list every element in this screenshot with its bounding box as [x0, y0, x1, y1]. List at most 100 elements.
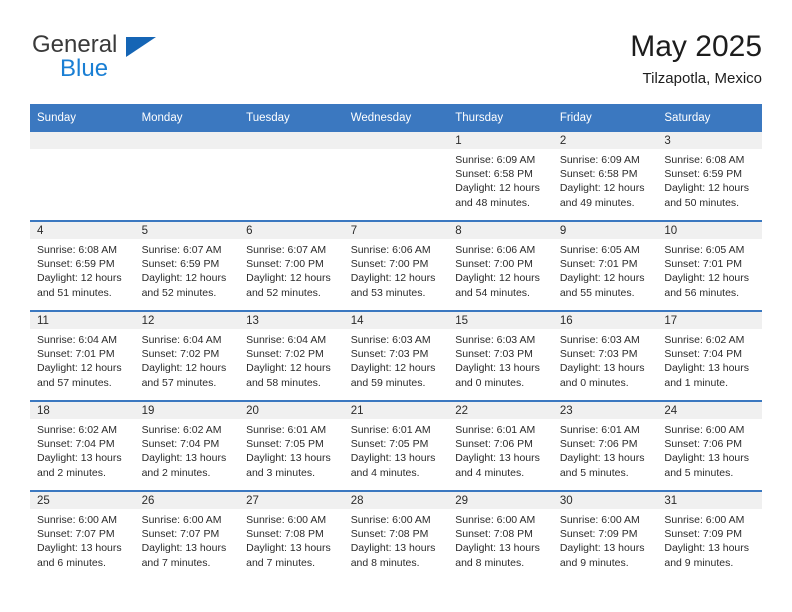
sunrise-text: Sunrise: 6:01 AM [559, 424, 640, 436]
daylight-text: Daylight: 12 hours [455, 272, 540, 285]
day-number: 1 [448, 132, 553, 149]
sunrise-text: Sunrise: 6:02 AM [37, 424, 117, 436]
calendar-day-cell[interactable]: 30 Sunrise: 6:00 AM Sunset: 7:09 PM Dayligh… [552, 490, 658, 580]
calendar-day-cell[interactable]: 4 Sunrise: 6:08 AM Sunset: 6:59 PM Daylight… [30, 220, 135, 311]
day-number [134, 132, 240, 149]
calendar-day-cell[interactable]: 2 Sunrise: 6:09 AM Sunset: 6:58 PM Daylight… [552, 132, 658, 221]
day-detail: Sunrise: 6:03 AM Sunset: 7:03 PM Daylight:… [553, 329, 658, 390]
calendar-day-cell[interactable]: 8 Sunrise: 6:06 AM Sunset: 7:00 PM Daylight… [448, 220, 553, 311]
calendar-day-cell[interactable]: 10 Sunrise: 6:05 AM Sunset: 7:01 PM Dayligh… [657, 220, 762, 311]
calendar-day-cell[interactable]: 31 Sunrise: 6:00 AM Sunset: 7:09 PM Dayligh… [657, 490, 762, 580]
calendar-day-cell[interactable]: 18 Sunrise: 6:02 AM Sunset: 7:04 PM Dayligh… [30, 400, 135, 491]
sunrise-text: Sunrise: 6:07 AM [141, 244, 222, 256]
sunset-text: Sunset: 7:04 PM [664, 348, 743, 361]
calendar-day-cell[interactable]: 25 Sunrise: 6:00 AM Sunset: 7:07 PM Dayligh… [30, 490, 135, 580]
calendar-day-cell[interactable]: 29 Sunrise: 6:00 AM Sunset: 7:08 PM Dayligh… [448, 490, 553, 580]
calendar-day-cell[interactable]: 13 Sunrise: 6:04 AM Sunset: 7:02 PM Dayligh… [239, 310, 344, 401]
calendar-day-cell[interactable]: 27 Sunrise: 6:00 AM Sunset: 7:08 PM Dayligh… [239, 490, 344, 580]
daylight-text-cont: and 57 minutes. [141, 376, 217, 389]
day-number [239, 132, 344, 149]
calendar-day-cell[interactable]: 7 Sunrise: 6:06 AM Sunset: 7:00 PM Daylight… [343, 220, 449, 311]
daylight-text: Daylight: 12 hours [350, 362, 436, 375]
sunrise-text: Sunrise: 6:00 AM [37, 514, 117, 526]
calendar-day-cell[interactable]: 14 Sunrise: 6:03 AM Sunset: 7:03 PM Dayligh… [343, 310, 449, 401]
day-number: 30 [552, 492, 658, 509]
daylight-text: Daylight: 13 hours [37, 452, 122, 465]
calendar-day-cell[interactable]: 6 Sunrise: 6:07 AM Sunset: 7:00 PM Daylight… [239, 220, 344, 311]
sunset-text: Sunset: 7:02 PM [141, 348, 220, 361]
sunset-text: Sunset: 7:09 PM [664, 528, 743, 541]
day-cell-inner: 26 Sunrise: 6:00 AM Sunset: 7:07 PM Dayligh… [134, 492, 240, 580]
day-detail: Sunrise: 6:00 AM Sunset: 7:07 PM Daylight:… [30, 509, 135, 570]
daylight-text: Daylight: 12 hours [246, 272, 331, 285]
day-number: 31 [657, 492, 762, 509]
calendar-day-cell[interactable]: 19 Sunrise: 6:02 AM Sunset: 7:04 PM Dayligh… [134, 400, 240, 491]
day-cell-inner: 27 Sunrise: 6:00 AM Sunset: 7:08 PM Dayligh… [239, 492, 344, 580]
daylight-text: Daylight: 13 hours [246, 452, 331, 465]
calendar-day-cell[interactable]: 15 Sunrise: 6:03 AM Sunset: 7:03 PM Dayligh… [448, 310, 553, 401]
day-detail [239, 149, 344, 153]
daylight-text: Daylight: 13 hours [664, 542, 750, 555]
calendar-day-cell[interactable]: 24 Sunrise: 6:00 AM Sunset: 7:06 PM Dayligh… [657, 400, 762, 491]
sunset-text: Sunset: 6:58 PM [455, 168, 533, 181]
daylight-text-cont: and 0 minutes. [559, 376, 629, 389]
brand-logo[interactable]: General Blue [30, 32, 230, 88]
sunset-text: Sunset: 7:08 PM [350, 528, 429, 541]
calendar-week-row: 1 Sunrise: 6:09 AM Sunset: 6:58 PM Daylight… [30, 132, 762, 221]
day-number: 19 [134, 402, 240, 419]
calendar-day-cell[interactable]: 23 Sunrise: 6:01 AM Sunset: 7:06 PM Dayligh… [552, 400, 658, 491]
calendar-day-cell[interactable]: 22 Sunrise: 6:01 AM Sunset: 7:06 PM Dayligh… [448, 400, 553, 491]
daylight-text-cont: and 6 minutes. [37, 556, 106, 569]
calendar-day-cell[interactable]: 1 Sunrise: 6:09 AM Sunset: 6:58 PM Daylight… [448, 132, 553, 221]
day-cell-inner: 20 Sunrise: 6:01 AM Sunset: 7:05 PM Dayligh… [239, 402, 344, 490]
sunset-text: Sunset: 7:04 PM [141, 438, 220, 451]
day-number: 21 [343, 402, 449, 419]
calendar-day-cell[interactable]: 28 Sunrise: 6:00 AM Sunset: 7:08 PM Dayligh… [343, 490, 449, 580]
day-detail: Sunrise: 6:02 AM Sunset: 7:04 PM Daylight:… [657, 329, 762, 390]
sunrise-text: Sunrise: 6:06 AM [455, 244, 536, 256]
daylight-text: Daylight: 13 hours [664, 452, 750, 465]
calendar-day-cell[interactable]: 16 Sunrise: 6:03 AM Sunset: 7:03 PM Dayligh… [552, 310, 658, 401]
calendar-day-cell[interactable]: 26 Sunrise: 6:00 AM Sunset: 7:07 PM Dayligh… [134, 490, 240, 580]
weekday-header-monday: Monday [134, 104, 240, 132]
calendar-day-cell[interactable]: 20 Sunrise: 6:01 AM Sunset: 7:05 PM Dayligh… [239, 400, 344, 491]
day-number: 7 [343, 222, 449, 239]
brand-name-blue: Blue [60, 55, 109, 82]
sunset-text: Sunset: 7:03 PM [350, 348, 429, 361]
calendar-day-cell[interactable]: 9 Sunrise: 6:05 AM Sunset: 7:01 PM Daylight… [552, 220, 658, 311]
day-number: 20 [239, 402, 344, 419]
sunset-text: Sunset: 7:06 PM [664, 438, 743, 451]
day-cell-inner: 29 Sunrise: 6:00 AM Sunset: 7:08 PM Dayligh… [448, 492, 553, 580]
sunrise-text: Sunrise: 6:00 AM [559, 514, 640, 526]
sunset-text: Sunset: 7:04 PM [37, 438, 115, 451]
sunset-text: Sunset: 7:08 PM [246, 528, 324, 541]
day-cell-inner [239, 132, 344, 220]
page-title: May 2025 [630, 30, 762, 63]
day-cell-inner: 12 Sunrise: 6:04 AM Sunset: 7:02 PM Dayligh… [134, 312, 240, 400]
day-number: 8 [448, 222, 553, 239]
calendar-day-cell[interactable]: 11 Sunrise: 6:04 AM Sunset: 7:01 PM Dayligh… [30, 310, 135, 401]
day-detail: Sunrise: 6:02 AM Sunset: 7:04 PM Daylight:… [30, 419, 135, 480]
calendar-day-cell[interactable]: 12 Sunrise: 6:04 AM Sunset: 7:02 PM Dayligh… [134, 310, 240, 401]
daylight-text: Daylight: 13 hours [559, 452, 645, 465]
day-number: 2 [552, 132, 658, 149]
day-number: 28 [343, 492, 449, 509]
calendar-day-cell[interactable]: 3 Sunrise: 6:08 AM Sunset: 6:59 PM Daylight… [657, 132, 762, 221]
calendar-day-cell[interactable]: 21 Sunrise: 6:01 AM Sunset: 7:05 PM Dayligh… [343, 400, 449, 491]
calendar-day-cell[interactable]: 5 Sunrise: 6:07 AM Sunset: 6:59 PM Daylight… [134, 220, 240, 311]
page-subtitle: Tilzapotla, Mexico [642, 70, 763, 87]
daylight-text: Daylight: 13 hours [455, 542, 540, 555]
day-number: 11 [30, 312, 135, 329]
day-number: 13 [239, 312, 344, 329]
day-cell-inner: 4 Sunrise: 6:08 AM Sunset: 6:59 PM Daylight… [30, 222, 135, 310]
day-cell-inner: 31 Sunrise: 6:00 AM Sunset: 7:09 PM Dayligh… [657, 492, 762, 580]
sunrise-text: Sunrise: 6:06 AM [350, 244, 431, 256]
daylight-text: Daylight: 12 hours [664, 182, 750, 195]
day-number: 9 [552, 222, 658, 239]
sunset-text: Sunset: 7:05 PM [350, 438, 429, 451]
day-cell-inner [134, 132, 240, 220]
day-detail: Sunrise: 6:01 AM Sunset: 7:05 PM Daylight:… [344, 419, 449, 480]
daylight-text-cont: and 58 minutes. [246, 376, 321, 389]
day-detail: Sunrise: 6:06 AM Sunset: 7:00 PM Daylight:… [344, 239, 449, 300]
calendar-day-cell[interactable]: 17 Sunrise: 6:02 AM Sunset: 7:04 PM Dayligh… [657, 310, 762, 401]
